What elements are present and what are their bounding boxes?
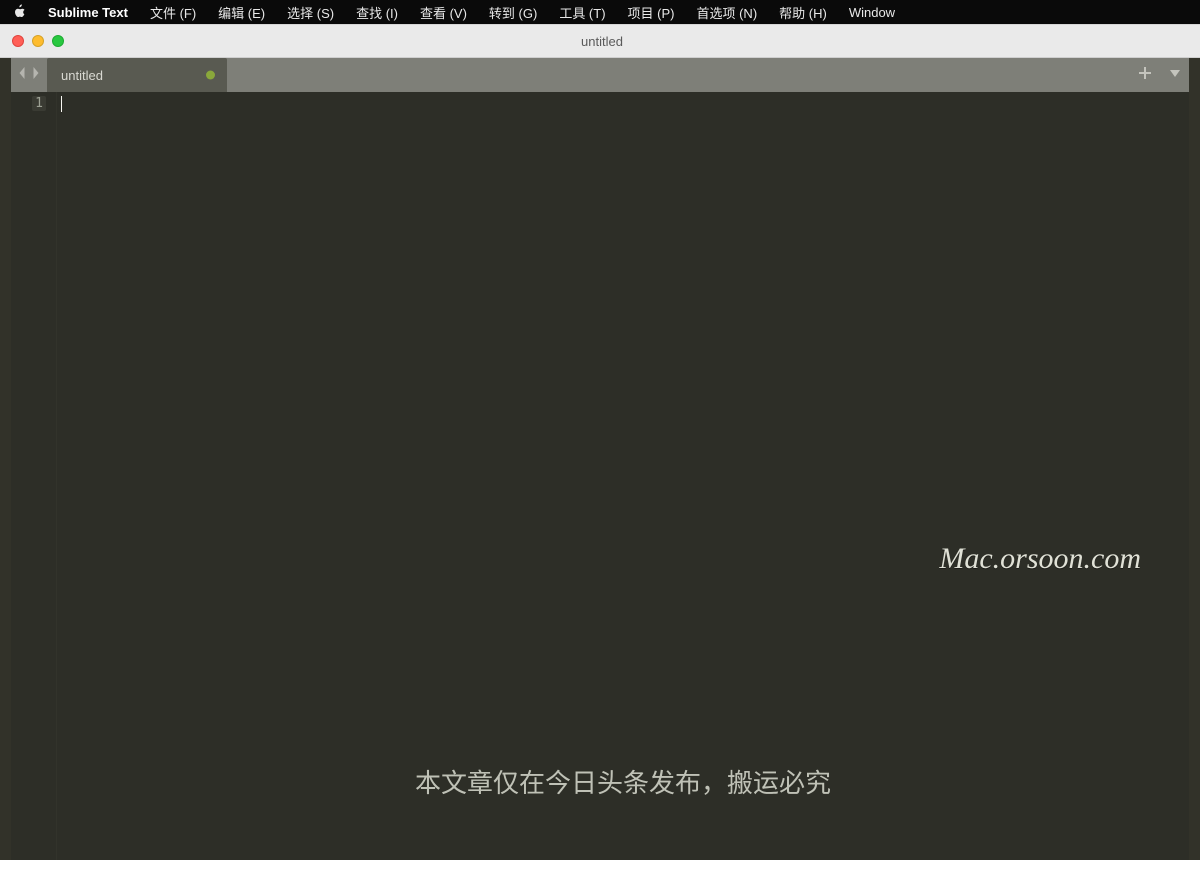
menubar-app-name[interactable]: Sublime Text	[48, 5, 128, 20]
watermark-notice: 本文章仅在今日头条发布，搬运必究	[57, 763, 1189, 800]
nav-back-icon[interactable]	[17, 66, 28, 85]
tab-dirty-indicator-icon	[206, 71, 215, 80]
menu-preferences[interactable]: 首选项 (N)	[696, 3, 757, 22]
text-editor[interactable]: Mac.orsoon.com 本文章仅在今日头条发布，搬运必究	[57, 92, 1189, 860]
menu-file[interactable]: 文件 (F)	[150, 3, 196, 22]
menu-selection[interactable]: 选择 (S)	[287, 3, 334, 22]
line-number-gutter: 1	[11, 92, 57, 860]
window-title: untitled	[4, 34, 1200, 49]
line-number: 1	[32, 96, 46, 111]
tab-label: untitled	[61, 68, 103, 83]
tab-history-nav	[11, 58, 47, 92]
menu-help[interactable]: 帮助 (H)	[779, 3, 827, 22]
frame-bottom	[0, 860, 1200, 884]
menu-edit[interactable]: 编辑 (E)	[218, 3, 265, 22]
window-titlebar: untitled	[0, 24, 1200, 58]
menu-find[interactable]: 查找 (I)	[356, 3, 398, 22]
tab-bar: untitled	[11, 58, 1189, 92]
frame-left	[0, 58, 11, 860]
tab-active[interactable]: untitled	[47, 58, 227, 92]
tab-dropdown-icon[interactable]	[1169, 66, 1181, 84]
text-caret-icon	[61, 96, 62, 112]
menu-tools[interactable]: 工具 (T)	[559, 3, 605, 22]
nav-forward-icon[interactable]	[30, 66, 41, 85]
screenshot-root: Sublime Text 文件 (F) 编辑 (E) 选择 (S) 查找 (I)…	[0, 0, 1200, 884]
menu-goto[interactable]: 转到 (G)	[489, 3, 537, 22]
menu-view[interactable]: 查看 (V)	[420, 3, 467, 22]
menu-window[interactable]: Window	[849, 5, 895, 20]
watermark-site: Mac.orsoon.com	[939, 542, 1141, 576]
frame-right	[1189, 58, 1200, 860]
menu-project[interactable]: 项目 (P)	[628, 3, 675, 22]
editor-area: 1 Mac.orsoon.com 本文章仅在今日头条发布，搬运必究	[11, 92, 1189, 860]
tab-bar-right	[1139, 58, 1189, 92]
macos-menubar: Sublime Text 文件 (F) 编辑 (E) 选择 (S) 查找 (I)…	[0, 0, 1200, 24]
new-tab-icon[interactable]	[1139, 66, 1151, 84]
apple-menu-icon[interactable]	[12, 4, 26, 21]
